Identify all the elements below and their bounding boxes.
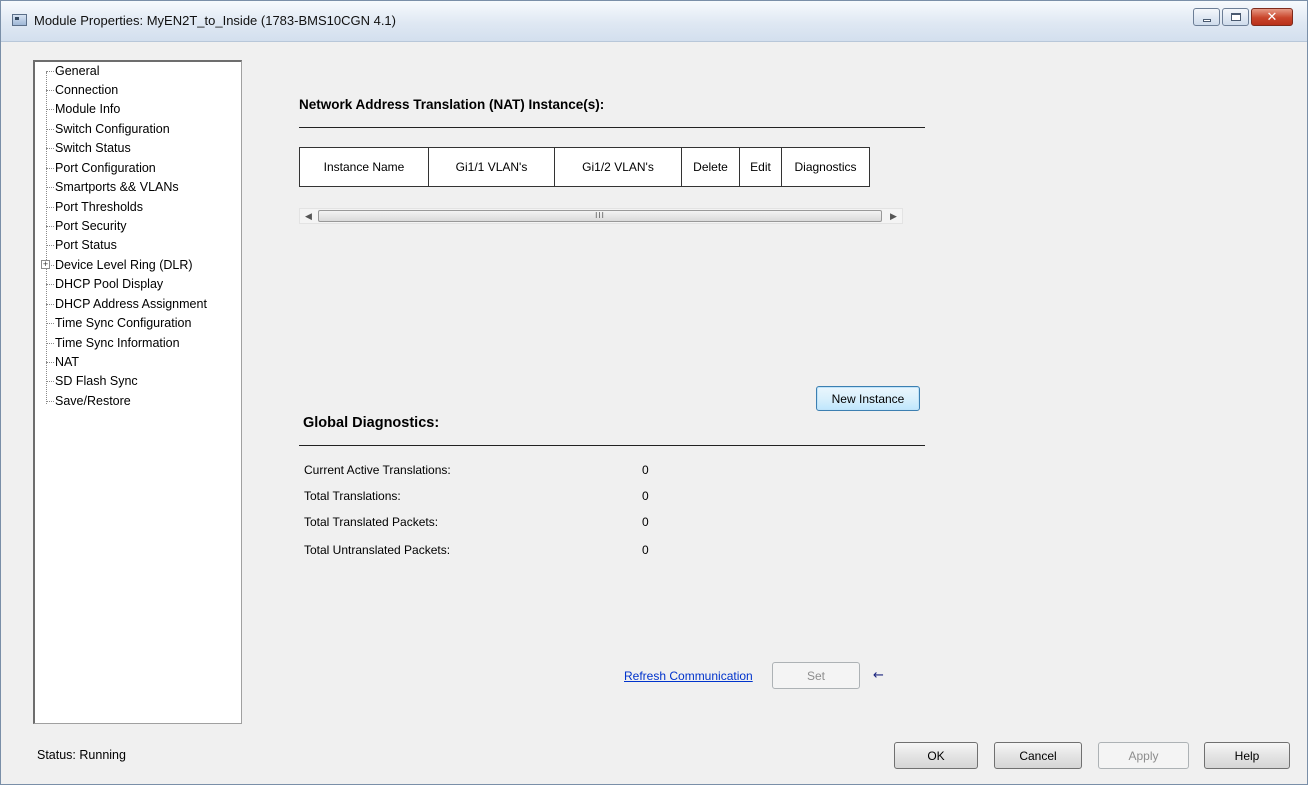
global-diagnostics-heading: Global Diagnostics: bbox=[303, 415, 440, 431]
tree-item-label: Port Security bbox=[55, 219, 127, 233]
scroll-left-icon[interactable]: ◀ bbox=[300, 209, 317, 223]
tree-item-port-configuration[interactable]: Port Configuration bbox=[46, 160, 156, 179]
tree-item-label: Device Level Ring (DLR) bbox=[55, 258, 193, 272]
tree-item-label: DHCP Pool Display bbox=[55, 277, 164, 291]
tree-item-label: Save/Restore bbox=[55, 394, 131, 408]
tree-item-label: NAT bbox=[55, 355, 80, 369]
apply-button[interactable]: Apply bbox=[1098, 742, 1189, 769]
tree-item-label: Port Status bbox=[55, 238, 117, 252]
column-header-instance-name[interactable]: Instance Name bbox=[300, 148, 429, 186]
tree-item-label: Switch Configuration bbox=[55, 122, 170, 136]
tree-item-label: DHCP Address Assignment bbox=[55, 297, 207, 311]
tree-item-dhcp-address-assignment[interactable]: DHCP Address Assignment bbox=[46, 296, 207, 315]
close-icon: ✕ bbox=[1266, 9, 1278, 25]
column-header-edit[interactable]: Edit bbox=[740, 148, 782, 186]
scroll-right-icon[interactable]: ▶ bbox=[885, 209, 902, 223]
nat-instances-table[interactable]: Instance Name Gi1/1 VLAN's Gi1/2 VLAN's … bbox=[299, 147, 870, 187]
column-header-gi1-2-vlans[interactable]: Gi1/2 VLAN's bbox=[555, 148, 682, 186]
tree-item-label: Smartports && VLANs bbox=[55, 180, 179, 194]
expand-plus-icon[interactable]: + bbox=[41, 260, 50, 269]
maximize-button[interactable] bbox=[1222, 8, 1249, 26]
scrollbar-thumb[interactable]: III bbox=[318, 210, 882, 222]
minimize-button[interactable] bbox=[1193, 8, 1220, 26]
tree-item-connection[interactable]: Connection bbox=[46, 82, 118, 101]
set-button[interactable]: Set bbox=[772, 662, 860, 689]
stat-label-total-translated-packets: Total Translated Packets: bbox=[304, 515, 439, 529]
ok-button[interactable]: OK bbox=[894, 742, 978, 769]
tree-item-port-security[interactable]: Port Security bbox=[46, 218, 127, 237]
tree-item-module-info[interactable]: Module Info bbox=[46, 101, 120, 120]
stat-label-total-untranslated-packets: Total Untranslated Packets: bbox=[304, 543, 451, 557]
tree-item-label: Time Sync Configuration bbox=[55, 316, 192, 330]
tree-item-save-restore[interactable]: Save/Restore bbox=[46, 393, 131, 412]
tree-item-sd-flash-sync[interactable]: SD Flash Sync bbox=[46, 373, 138, 392]
tree-item-label: Module Info bbox=[55, 102, 121, 116]
status-text: Status: Running bbox=[37, 748, 126, 762]
arrow-left-icon: ← bbox=[873, 668, 884, 683]
module-properties-window: Module Properties: MyEN2T_to_Inside (178… bbox=[0, 0, 1308, 785]
maximize-icon bbox=[1230, 13, 1241, 21]
close-button[interactable]: ✕ bbox=[1251, 8, 1293, 26]
tree-item-label: General bbox=[55, 64, 100, 78]
stat-label-total-translations: Total Translations: bbox=[304, 489, 401, 503]
minimize-icon bbox=[1202, 18, 1211, 22]
tree-item-device-level-ring[interactable]: + Device Level Ring (DLR) bbox=[41, 257, 193, 276]
new-instance-button[interactable]: New Instance bbox=[816, 386, 920, 411]
help-button[interactable]: Help bbox=[1204, 742, 1290, 769]
tree-item-smartports-vlans[interactable]: Smartports && VLANs bbox=[46, 179, 179, 198]
section-divider bbox=[299, 445, 925, 446]
tree-item-port-thresholds[interactable]: Port Thresholds bbox=[46, 199, 143, 218]
stat-value-total-untranslated-packets: 0 bbox=[642, 543, 649, 557]
column-header-diagnostics[interactable]: Diagnostics bbox=[782, 148, 869, 186]
tree-item-nat[interactable]: NAT bbox=[46, 354, 79, 373]
tree-item-dhcp-pool-display[interactable]: DHCP Pool Display bbox=[46, 276, 163, 295]
tree-item-time-sync-information[interactable]: Time Sync Information bbox=[46, 335, 180, 354]
tree-item-general[interactable]: General bbox=[46, 63, 99, 82]
tree-item-time-sync-configuration[interactable]: Time Sync Configuration bbox=[46, 315, 191, 334]
refresh-communication-link[interactable]: Refresh Communication bbox=[624, 669, 753, 683]
nat-instances-heading: Network Address Translation (NAT) Instan… bbox=[299, 97, 605, 112]
column-header-gi1-1-vlans[interactable]: Gi1/1 VLAN's bbox=[429, 148, 555, 186]
stat-value-total-translated-packets: 0 bbox=[642, 515, 649, 529]
window-title: Module Properties: MyEN2T_to_Inside (178… bbox=[34, 13, 396, 28]
tree-item-label: Switch Status bbox=[55, 141, 131, 155]
tree-item-port-status[interactable]: Port Status bbox=[46, 237, 117, 256]
stat-value-current-active-translations: 0 bbox=[642, 463, 649, 477]
window-controls: ✕ bbox=[1191, 8, 1293, 26]
tree-item-label: SD Flash Sync bbox=[55, 374, 138, 388]
tree-item-label: Port Configuration bbox=[55, 161, 156, 175]
horizontal-scrollbar[interactable]: ◀ III ▶ bbox=[299, 208, 903, 224]
window-app-icon bbox=[12, 14, 27, 26]
stat-value-total-translations: 0 bbox=[642, 489, 649, 503]
category-tree[interactable]: General Connection Module Info Switch Co… bbox=[33, 60, 242, 724]
cancel-button[interactable]: Cancel bbox=[994, 742, 1082, 769]
tree-item-label: Connection bbox=[55, 83, 119, 97]
stat-label-current-active-translations: Current Active Translations: bbox=[304, 463, 451, 477]
tree-item-switch-status[interactable]: Switch Status bbox=[46, 140, 131, 159]
tree-item-switch-configuration[interactable]: Switch Configuration bbox=[46, 121, 170, 140]
section-divider bbox=[299, 127, 925, 128]
tree-item-label: Port Thresholds bbox=[55, 200, 144, 214]
column-header-delete[interactable]: Delete bbox=[682, 148, 740, 186]
tree-item-label: Time Sync Information bbox=[55, 336, 180, 350]
title-bar[interactable]: Module Properties: MyEN2T_to_Inside (178… bbox=[1, 1, 1307, 42]
